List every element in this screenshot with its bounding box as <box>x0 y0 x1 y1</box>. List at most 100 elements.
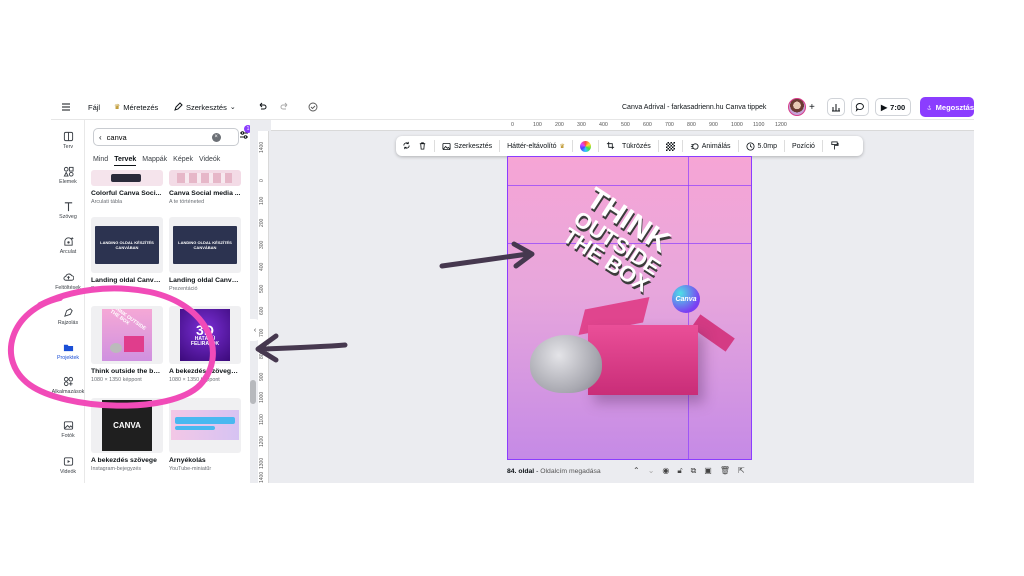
copy-page-icon[interactable]: ▣ <box>704 466 712 476</box>
trash-icon[interactable] <box>418 141 427 152</box>
search-tabs: Mind Tervek Mappák Képek Videók <box>93 156 220 166</box>
design-card[interactable]: THINK OUTSIDE THE BOX Think outside the … <box>91 306 163 383</box>
design-card[interactable]: LANDING OLDAL KÉSZÍTÉS CANVÁBAN Landing … <box>169 217 241 292</box>
tab-videos[interactable]: Videók <box>199 156 220 166</box>
top-ruler: 0 100 200 300 400 500 600 700 800 900 10… <box>271 120 974 131</box>
edit-mode-button[interactable]: Szerkesztés ⌄ <box>173 94 236 120</box>
brain-image <box>530 335 602 393</box>
pink-box <box>588 325 698 395</box>
canva-editor: Fájl ♛ Méretezés Szerkesztés ⌄ Canva Adri… <box>51 94 974 483</box>
add-collaborator-icon[interactable]: + <box>809 102 815 113</box>
avatar[interactable]: + <box>788 94 815 120</box>
divider <box>681 140 683 152</box>
card-title: Colorful Canva Soci... <box>91 190 162 197</box>
clock-icon <box>746 141 755 151</box>
card-subtitle: Prezentáció <box>91 286 120 292</box>
undo-button[interactable] <box>257 94 267 120</box>
text-icon <box>64 202 72 212</box>
cloud-save-icon[interactable] <box>308 94 318 120</box>
chevron-left-icon: ‹ <box>253 326 257 334</box>
duplicate-icon[interactable]: ⧉ <box>691 466 697 476</box>
rail-item-photos[interactable]: Fotók <box>51 420 85 439</box>
rail-item-uploads[interactable]: Feltöltések <box>51 272 85 291</box>
design-card[interactable]: Árnyékolás YouTube-miniatűr <box>169 398 241 472</box>
design-thumbnail: CANVA <box>91 398 163 453</box>
divider <box>737 140 739 152</box>
search-box[interactable]: ‹ × <box>93 128 239 146</box>
design-page[interactable]: THINK OUTSIDE THE BOX Canva <box>507 156 752 460</box>
crop-icon[interactable] <box>606 141 615 152</box>
chevron-down-icon[interactable]: ⌄ <box>648 466 655 476</box>
tab-all[interactable]: Mind <box>93 156 108 166</box>
panel-scrollbar[interactable] <box>250 380 256 404</box>
rail-item-projects[interactable]: Projektek <box>51 342 85 361</box>
rail-item-brand[interactable]: Arculat <box>51 236 85 255</box>
rail-item-videos[interactable]: Videók <box>51 456 85 475</box>
card-subtitle: 1080 × 1350 képpont <box>169 377 220 383</box>
brand-icon <box>63 236 74 246</box>
eye-icon[interactable]: ◉ <box>662 466 669 476</box>
clear-search-icon[interactable]: × <box>211 132 221 142</box>
share-button[interactable]: Megosztás <box>920 97 974 117</box>
resize-button[interactable]: ♛ Méretezés <box>114 94 158 120</box>
card-title: Canva Social media ... <box>169 190 241 197</box>
search-input[interactable] <box>106 132 207 142</box>
headline-text[interactable]: THINK OUTSIDE THE BOX <box>558 182 679 298</box>
card-title: Landing oldal Canvá... <box>91 277 163 284</box>
divider <box>821 140 823 152</box>
design-card[interactable]: Colorful Canva Soci... Arculati tábla <box>91 170 163 205</box>
filter-button[interactable]: 1 <box>239 125 250 142</box>
back-icon[interactable]: ‹ <box>99 133 102 142</box>
image-icon <box>442 142 451 150</box>
design-card[interactable]: Canva Social media ... A te történeted <box>169 170 241 205</box>
divider <box>657 140 659 152</box>
tab-images[interactable]: Képek <box>173 156 193 166</box>
file-menu[interactable]: Fájl <box>88 94 100 120</box>
present-button[interactable]: ▶ 7:00 <box>875 94 912 120</box>
card-title: Árnyékolás <box>169 457 206 464</box>
document-title[interactable]: Canva Adrival - farkasadrienn.hu Canva t… <box>622 94 766 120</box>
redo-button[interactable] <box>280 94 290 120</box>
position-button[interactable]: Pozíció <box>792 143 815 150</box>
background-remover-button[interactable]: Háttér-eltávolító ♛ <box>507 143 565 150</box>
page-label[interactable]: 84. oldal - Oldalcím megadása <box>507 468 601 475</box>
design-thumbnail: LANDING OLDAL KÉSZÍTÉS CANVÁBAN <box>169 217 241 273</box>
design-card[interactable]: CANVA A bekezdés szövege Instagram-bejeg… <box>91 398 163 472</box>
rail-item-apps[interactable]: Alkalmazások <box>51 376 85 395</box>
delete-page-icon[interactable]: 🗑︎ <box>720 466 730 476</box>
replace-icon[interactable] <box>402 141 411 152</box>
design-thumbnail <box>91 170 163 186</box>
crown-icon: ♛ <box>559 143 565 150</box>
photo-icon <box>63 421 73 430</box>
design-card[interactable]: LANDING OLDAL KÉSZÍTÉS CANVÁBAN Landing … <box>91 217 163 292</box>
crown-icon: ♛ <box>114 104 121 111</box>
rail-item-elements[interactable]: Elemek <box>51 166 85 185</box>
add-page-icon[interactable]: ⇱ <box>738 466 745 476</box>
left-ruler: 1400 0 100 200 300 400 500 600 700 800 9… <box>258 131 269 483</box>
design-thumbnail <box>169 398 241 453</box>
insights-button[interactable] <box>827 94 845 120</box>
duration-button[interactable]: 5.0mp <box>746 141 777 151</box>
color-wheel-icon[interactable] <box>579 140 591 152</box>
lock-icon[interactable]: 🔓︎ <box>677 466 682 476</box>
design-thumbnail: LANDING OLDAL KÉSZÍTÉS CANVÁBAN <box>91 217 163 273</box>
rail-item-draw[interactable]: Rajzolás <box>51 307 85 326</box>
flip-button[interactable]: Tükrözés <box>622 143 651 150</box>
page-actions: ⌃ ⌄ ◉ 🔓︎ ⧉ ▣ 🗑︎ ⇱ <box>633 466 745 476</box>
transparency-icon[interactable] <box>665 141 675 151</box>
upload-icon <box>62 273 74 281</box>
rail-item-text[interactable]: Szöveg <box>51 201 85 220</box>
paint-format-icon[interactable] <box>830 140 839 152</box>
card-title: A bekezdés szövege <box>91 457 157 464</box>
comment-button[interactable] <box>851 94 869 120</box>
card-title: Landing oldal Canvá... <box>169 277 241 284</box>
tab-designs[interactable]: Tervek <box>114 156 137 166</box>
edit-image-button[interactable]: Szerkesztés <box>442 142 492 151</box>
tab-folders[interactable]: Mappák <box>142 156 167 166</box>
card-title: A bekezdés szövege ... <box>169 368 241 375</box>
animate-button[interactable]: Animálás <box>690 142 731 151</box>
rail-item-design[interactable]: Terv <box>51 131 85 150</box>
design-card[interactable]: 3D HATÁSÚ FELIRATOK A bekezdés szövege .… <box>169 306 241 383</box>
chevron-up-icon[interactable]: ⌃ <box>633 466 640 476</box>
menu-icon[interactable] <box>61 94 71 120</box>
